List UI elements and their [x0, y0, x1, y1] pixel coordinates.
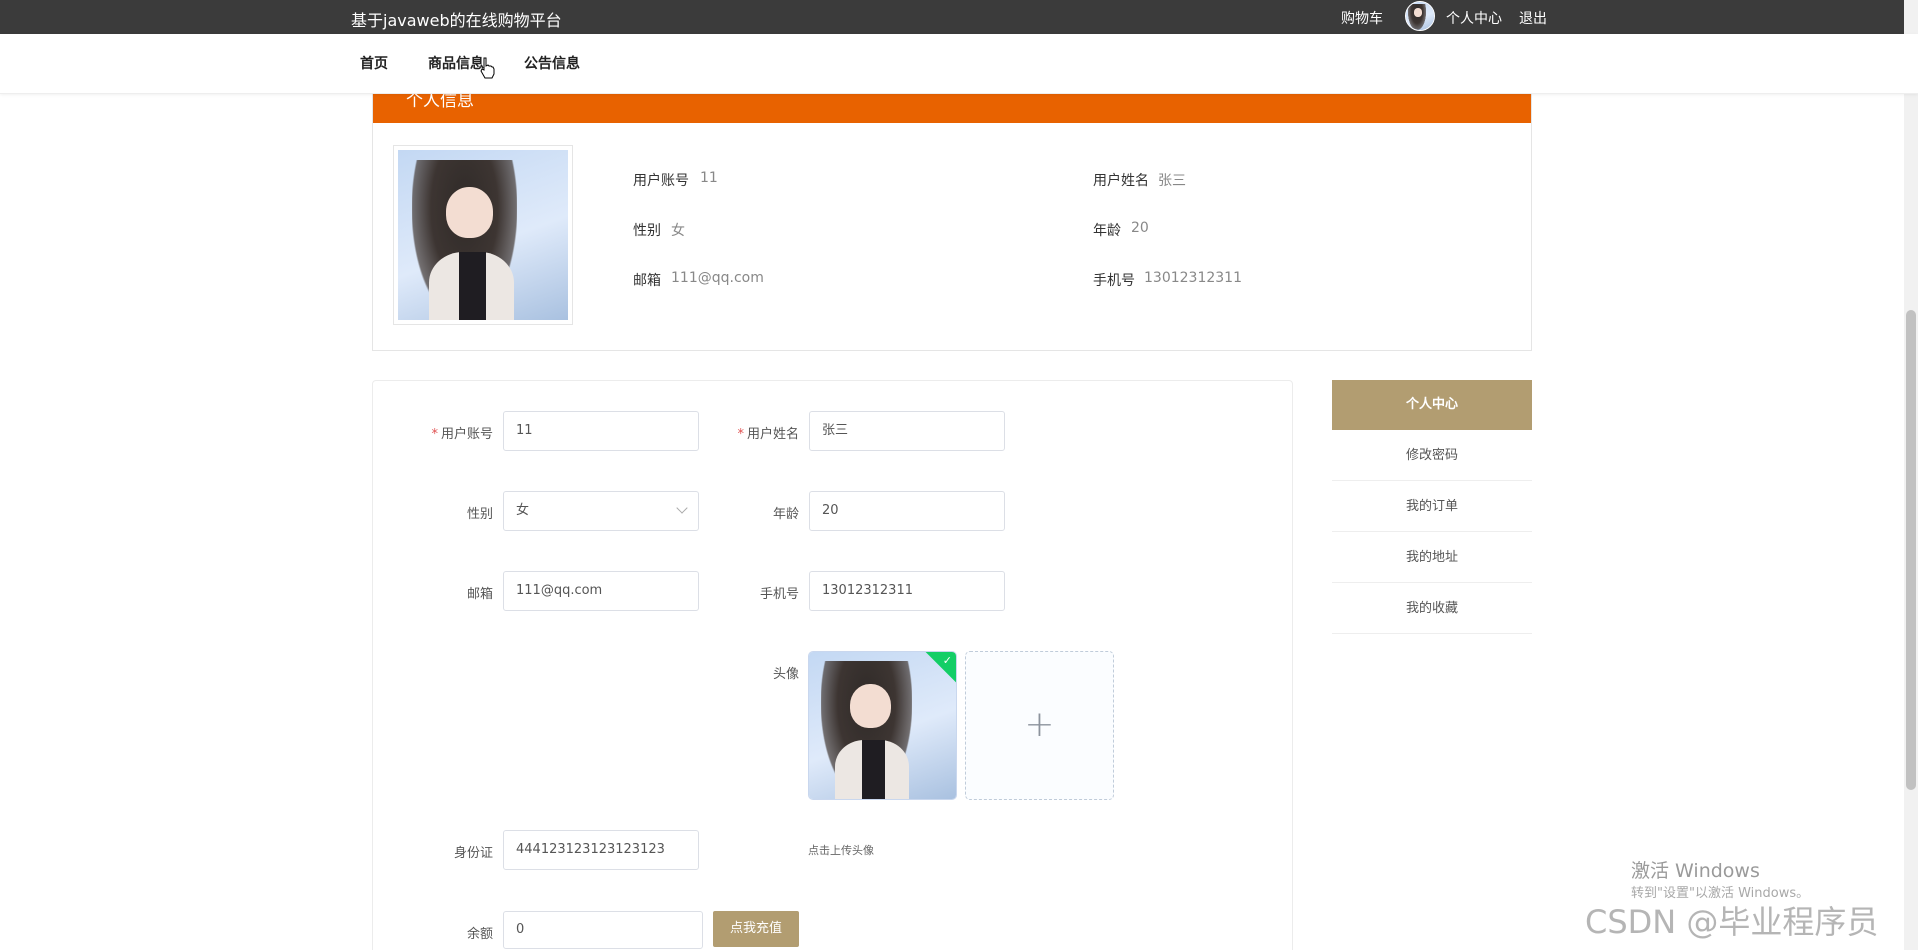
info-age-label: 年龄	[1093, 223, 1121, 239]
menu-personal-center[interactable]: 个人中心	[1332, 380, 1532, 430]
personal-center-menu: 个人中心 修改密码 我的订单 我的地址 我的收藏	[1332, 380, 1532, 634]
balance-field-label: 余额	[466, 927, 493, 942]
menu-change-password[interactable]: 修改密码	[1332, 430, 1532, 481]
phone-input[interactable]: 13012312311	[809, 571, 1005, 611]
age-field-label: 年龄	[772, 507, 799, 522]
upload-add-button[interactable]: +	[965, 651, 1114, 800]
profile-info-card: 个人信息 用户账号 11 用户姓名 张三 性别 女 年龄 20 邮箱 111@q…	[372, 86, 1532, 351]
logout-link[interactable]: 退出	[1519, 8, 1547, 28]
email-field-label: 邮箱	[466, 587, 493, 602]
upload-photo-collar	[861, 740, 886, 799]
idcard-input[interactable]: 444123123123123123	[503, 830, 699, 870]
csdn-watermark: CSDN @毕业程序员	[1585, 903, 1879, 941]
info-phone-value: 13012312311	[1144, 270, 1242, 286]
nav-item-home[interactable]: 首页	[360, 53, 388, 73]
nav-item-products[interactable]: 商品信息	[428, 53, 484, 73]
photo-face	[445, 187, 494, 239]
windows-activation-title: 激活 Windows	[1631, 860, 1760, 882]
info-name-value: 张三	[1158, 173, 1186, 189]
info-email-label: 邮箱	[633, 273, 661, 289]
menu-my-favorites[interactable]: 我的收藏	[1332, 583, 1532, 634]
profile-photo	[393, 145, 573, 325]
balance-input[interactable]: 0	[503, 911, 703, 949]
required-mark: *	[737, 427, 744, 442]
uploaded-avatar-image	[809, 652, 956, 799]
account-label-text: 用户账号	[440, 427, 493, 442]
top-bar: 基于javaweb的在线购物平台 购物车 个人中心 退出	[0, 0, 1918, 34]
name-field-label: * 用户姓名	[709, 423, 799, 442]
email-input[interactable]: 111@qq.com	[503, 571, 699, 611]
main-nav: 首页 商品信息 公告信息	[0, 34, 1918, 94]
info-email-value: 111@qq.com	[671, 270, 764, 286]
profile-photo-image	[398, 150, 568, 320]
check-icon: ✓	[942, 654, 952, 667]
mouse-pointer-icon	[480, 57, 495, 79]
info-account-value: 11	[700, 170, 718, 186]
name-label-text: 用户姓名	[746, 427, 799, 442]
menu-my-address[interactable]: 我的地址	[1332, 532, 1532, 583]
page-scrollbar-thumb[interactable]	[1906, 310, 1916, 790]
info-name-label: 用户姓名	[1093, 173, 1149, 189]
avatar-face	[1413, 8, 1422, 17]
recharge-button[interactable]: 点我充值	[713, 911, 799, 947]
personal-center-link[interactable]: 个人中心	[1446, 8, 1502, 28]
chevron-down-icon	[676, 502, 688, 514]
upload-tip: 点击上传头像	[808, 844, 874, 857]
uploaded-avatar[interactable]: ✓	[808, 651, 957, 800]
site-title: 基于javaweb的在线购物平台	[351, 11, 562, 30]
gender-select-value: 女	[516, 503, 530, 518]
name-input[interactable]: 张三	[809, 411, 1005, 451]
gender-field-label: 性别	[466, 507, 493, 522]
info-phone-label: 手机号	[1093, 273, 1135, 289]
nav-item-notices[interactable]: 公告信息	[524, 53, 580, 73]
info-gender-label: 性别	[633, 223, 661, 239]
info-age-value: 20	[1131, 220, 1149, 236]
cart-link[interactable]: 购物车	[1341, 8, 1383, 28]
upload-photo-face	[850, 684, 892, 729]
avatar-field-label: 头像	[772, 667, 799, 682]
idcard-field-label: 身份证	[453, 846, 493, 861]
required-mark: *	[431, 427, 438, 442]
phone-field-label: 手机号	[759, 587, 799, 602]
info-account-label: 用户账号	[633, 173, 689, 189]
avatar-photo	[1406, 2, 1434, 30]
photo-collar	[459, 252, 487, 320]
user-avatar[interactable]	[1405, 1, 1435, 31]
menu-my-orders[interactable]: 我的订单	[1332, 481, 1532, 532]
account-input[interactable]: 11	[503, 411, 699, 451]
info-gender-value: 女	[671, 223, 685, 239]
age-input[interactable]: 20	[809, 491, 1005, 531]
gender-select[interactable]: 女	[503, 491, 699, 531]
account-field-label: * 用户账号	[403, 423, 493, 442]
